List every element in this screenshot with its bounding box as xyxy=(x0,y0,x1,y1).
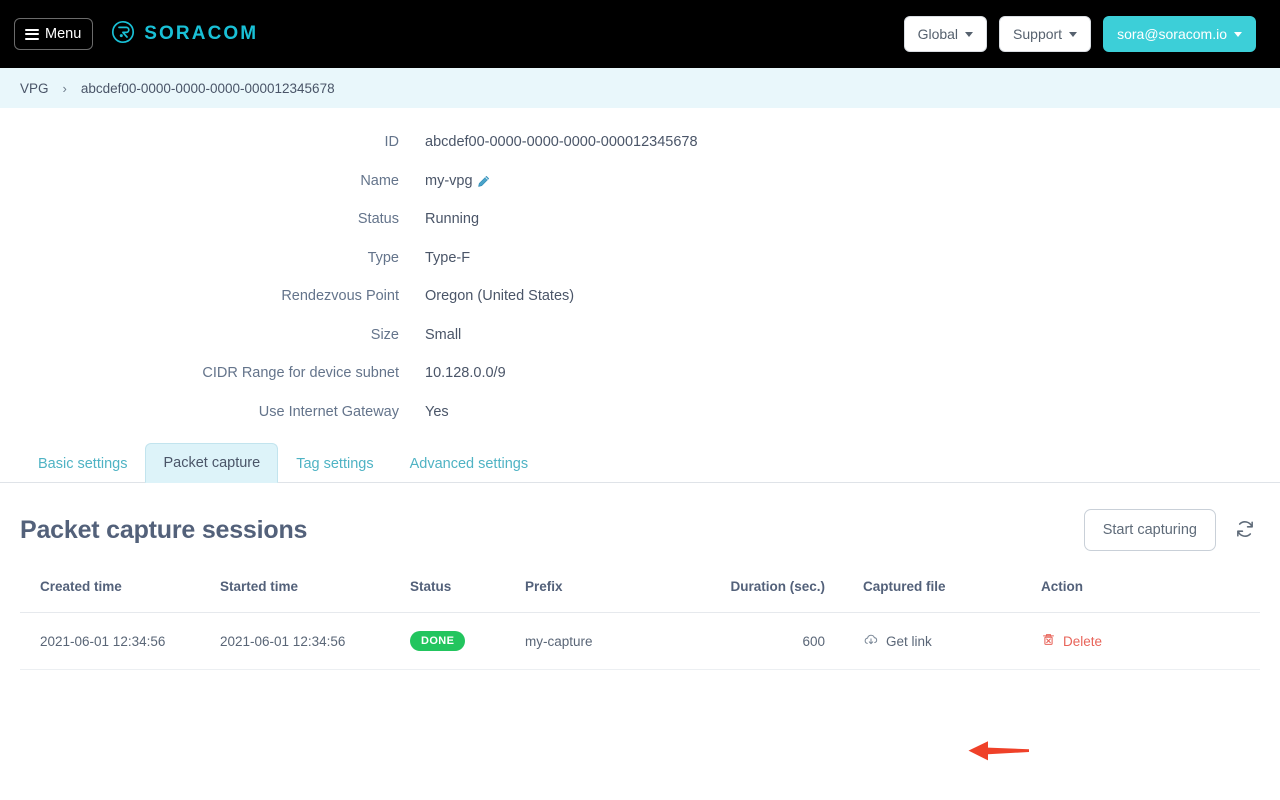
tab-packet-capture[interactable]: Packet capture xyxy=(145,443,279,483)
hamburger-icon xyxy=(25,28,39,40)
detail-value-text: abcdef00-0000-0000-0000-000012345678 xyxy=(425,134,698,150)
detail-value: my-vpg xyxy=(425,173,490,189)
status-badge: DONE xyxy=(410,631,466,652)
detail-label: Use Internet Gateway xyxy=(258,403,399,420)
settings-tabs: Basic settings Packet capture Tag settin… xyxy=(0,442,1280,483)
detail-row-cidr-range: CIDR Range for device subnet 10.128.0.0/… xyxy=(0,365,1280,381)
get-link-label: Get link xyxy=(886,633,932,649)
cell-started-time: 2021-06-01 12:34:56 xyxy=(220,612,410,671)
column-header-created-time: Created time xyxy=(20,579,220,613)
section-actions: Start capturing xyxy=(1083,509,1260,551)
detail-value-text: Yes xyxy=(425,403,449,420)
packet-capture-sessions-table: Created time Started time Status Prefix … xyxy=(20,579,1260,671)
detail-value: Running xyxy=(425,211,479,227)
detail-value: Small xyxy=(425,327,461,343)
pencil-icon[interactable] xyxy=(477,175,490,188)
breadcrumb-item-vpg[interactable]: VPG xyxy=(20,81,49,96)
packet-capture-table-wrapper: Created time Started time Status Prefix … xyxy=(0,579,1280,671)
detail-label: ID xyxy=(384,134,400,150)
chevron-down-icon xyxy=(1234,31,1242,37)
detail-value: Yes xyxy=(425,404,449,420)
column-header-status: Status xyxy=(410,579,525,613)
section-header: Packet capture sessions Start capturing xyxy=(0,483,1280,551)
top-navbar: Menu SORACOM Global Support sora@soracom… xyxy=(0,0,1280,68)
table-header-row: Created time Started time Status Prefix … xyxy=(20,579,1260,613)
breadcrumb: VPG › abcdef00-0000-0000-0000-0000123456… xyxy=(0,68,1280,108)
breadcrumb-item-current: abcdef00-0000-0000-0000-000012345678 xyxy=(80,80,335,96)
detail-value-text: 10.128.0.0/9 xyxy=(425,365,506,381)
cell-created-time: 2021-06-01 12:34:56 xyxy=(20,612,220,671)
chevron-down-icon xyxy=(1069,31,1078,37)
detail-value: abcdef00-0000-0000-0000-000012345678 xyxy=(425,134,698,150)
support-menu[interactable]: Support xyxy=(999,16,1092,52)
get-link-button[interactable]: Get link xyxy=(863,632,932,651)
chevron-down-icon xyxy=(965,31,974,37)
detail-label: Size xyxy=(370,326,399,343)
cell-prefix: my-capture xyxy=(525,612,725,671)
cell-duration: 600 xyxy=(725,612,845,671)
detail-row-type: Type Type-F xyxy=(0,250,1280,266)
detail-row-size: Size Small xyxy=(0,327,1280,343)
trash-icon xyxy=(1041,632,1056,650)
vpg-details: ID abcdef00-0000-0000-0000-000012345678 … xyxy=(0,108,1280,420)
column-header-action: Action xyxy=(1041,579,1260,613)
cell-status: DONE xyxy=(410,612,525,671)
cell-captured-file: Get link xyxy=(845,612,1041,671)
detail-label: Status xyxy=(357,211,399,227)
table-row: 2021-06-01 12:34:56 2021-06-01 12:34:56 … xyxy=(20,612,1260,671)
table-header: Created time Started time Status Prefix … xyxy=(20,579,1260,613)
chevron-right-icon: › xyxy=(62,80,67,96)
refresh-icon xyxy=(1234,518,1256,543)
detail-value: 10.128.0.0/9 xyxy=(425,365,506,381)
detail-label: Rendezvous Point xyxy=(281,288,399,304)
account-menu[interactable]: sora@soracom.io xyxy=(1103,16,1256,52)
left-arrow-annotation-icon xyxy=(968,737,1030,770)
detail-label: CIDR Range for device subnet xyxy=(202,365,399,381)
start-capturing-button[interactable]: Start capturing xyxy=(1083,509,1216,551)
detail-row-status: Status Running xyxy=(0,211,1280,227)
column-header-captured-file: Captured file xyxy=(845,579,1041,613)
table-body: 2021-06-01 12:34:56 2021-06-01 12:34:56 … xyxy=(20,612,1260,671)
detail-value-text: Small xyxy=(425,326,462,343)
tab-basic-settings[interactable]: Basic settings xyxy=(20,444,145,483)
column-header-duration: Duration (sec.) xyxy=(725,579,845,613)
detail-row-name: Name my-vpg xyxy=(0,173,1280,189)
page-title: Packet capture sessions xyxy=(20,515,308,544)
delete-label: Delete xyxy=(1063,633,1103,649)
region-selector-label: Global xyxy=(917,26,959,42)
column-header-started-time: Started time xyxy=(220,579,410,613)
detail-value-text: Oregon (United States) xyxy=(425,288,575,304)
detail-value: Oregon (United States) xyxy=(425,288,574,304)
brand-name: SORACOM xyxy=(144,23,259,44)
detail-label: Name xyxy=(360,172,399,189)
detail-row-id: ID abcdef00-0000-0000-0000-000012345678 xyxy=(0,134,1280,150)
detail-value-text: Type-F xyxy=(425,249,471,266)
support-menu-label: Support xyxy=(1013,26,1063,42)
delete-button[interactable]: Delete xyxy=(1041,632,1102,650)
detail-row-use-internet-gateway: Use Internet Gateway Yes xyxy=(0,404,1280,420)
menu-button-label: Menu xyxy=(45,25,82,42)
tab-advanced-settings[interactable]: Advanced settings xyxy=(392,444,547,483)
column-header-prefix: Prefix xyxy=(525,579,725,613)
detail-value-text: Running xyxy=(425,211,480,227)
account-menu-label: sora@soracom.io xyxy=(1117,26,1227,42)
refresh-button[interactable] xyxy=(1230,514,1260,547)
cloud-download-icon xyxy=(863,632,879,651)
detail-value: Type-F xyxy=(425,250,470,266)
tab-tag-settings[interactable]: Tag settings xyxy=(278,444,391,483)
detail-label: Type xyxy=(367,249,399,266)
navbar-right-group: Global Support sora@soracom.io xyxy=(903,16,1256,52)
menu-button[interactable]: Menu xyxy=(14,17,94,51)
brand-logo[interactable]: SORACOM xyxy=(111,20,258,49)
detail-row-rendezvous-point: Rendezvous Point Oregon (United States) xyxy=(0,288,1280,304)
cell-action: Delete xyxy=(1041,612,1260,671)
detail-value-text: my-vpg xyxy=(425,172,473,189)
region-selector[interactable]: Global xyxy=(903,16,988,52)
soracom-logo-icon xyxy=(111,20,135,49)
